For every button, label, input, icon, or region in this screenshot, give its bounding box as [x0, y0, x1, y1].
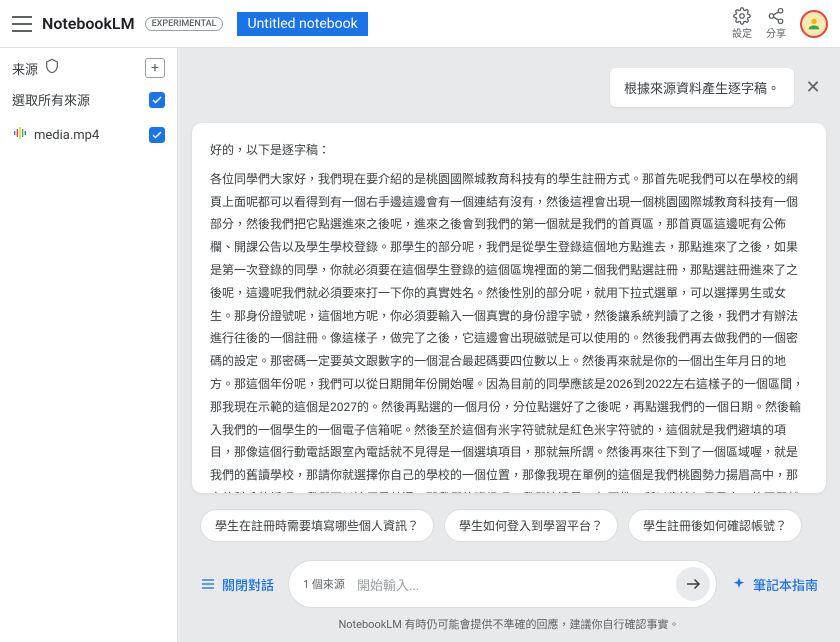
notebook-title[interactable]: Untitled notebook [237, 12, 367, 36]
sparkle-icon [731, 576, 747, 592]
response-card: 好的，以下是逐字稿： 各位同學們大家好，我們現在要介紹的是桃園國際城教育科技有的… [192, 123, 826, 493]
top-actions: 設定 分享 [732, 7, 828, 40]
chat-input-box[interactable]: 1 個來源 開始輸入... [288, 560, 717, 608]
followup-chip[interactable]: 學生註冊後如何確認帳號？ [628, 509, 802, 542]
followup-row: 學生在註冊時需要填寫哪些個人資訊？ 學生如何登入到學習平台？ 學生註冊後如何確認… [178, 501, 840, 550]
response-body: 各位同學們大家好，我們現在要介紹的是桃園國際城教育科技有的學生註冊方式。那首先呢… [210, 168, 808, 493]
source-item[interactable]: media.mp4 [12, 121, 165, 149]
close-icon[interactable]: ✕ [802, 77, 824, 99]
suggestion-bar: 根據來源資料產生逐字稿。 ✕ [178, 48, 840, 115]
share-button[interactable]: 分享 [766, 7, 786, 40]
source-count: 1 個來源 [303, 576, 345, 592]
followup-chip[interactable]: 學生在註冊時需要填寫哪些個人資訊？ [200, 509, 434, 542]
experimental-badge: EXPERIMENTAL [145, 17, 224, 31]
avatar[interactable] [800, 10, 828, 38]
input-row: 關閉對話 1 個來源 開始輸入... 筆記本指南 [178, 550, 840, 612]
toggle-chat-button[interactable]: 關閉對話 [200, 575, 274, 594]
audio-icon [12, 125, 28, 145]
notebook-guide-button[interactable]: 筆記本指南 [731, 575, 818, 594]
followup-chip[interactable]: 學生如何登入到學習平台？ [444, 509, 618, 542]
send-button[interactable] [676, 567, 710, 601]
share-icon [767, 7, 785, 25]
suggestion-chip[interactable]: 根據來源資料產生逐字稿。 [610, 68, 794, 107]
select-all-checkbox[interactable] [149, 92, 165, 108]
collapse-icon [200, 576, 216, 592]
user-icon [806, 16, 822, 32]
main-panel: 根據來源資料產生逐字稿。 ✕ 好的，以下是逐字稿： 各位同學們大家好，我們現在要… [178, 48, 840, 642]
add-source-button[interactable]: + [145, 58, 165, 78]
sources-label: 来源 [12, 59, 38, 78]
sources-header: 来源 + [12, 58, 165, 78]
logo: NotebookLM [42, 14, 135, 33]
arrow-right-icon [684, 575, 702, 593]
source-name: media.mp4 [34, 128, 99, 143]
response-intro: 好的，以下是逐字稿： [210, 139, 808, 162]
disclaimer: NotebookLM 有時仍可能會提供不準確的回應，建議你自行確認事實。 [178, 612, 840, 640]
select-all-sources[interactable]: 選取所有來源 [12, 86, 165, 113]
sidebar: 来源 + 選取所有來源 media.mp4 [0, 48, 178, 642]
menu-icon[interactable] [12, 16, 32, 32]
settings-button[interactable]: 設定 [732, 7, 752, 40]
gear-icon [733, 7, 751, 25]
source-checkbox[interactable] [149, 127, 165, 143]
shield-icon [44, 58, 60, 78]
chat-input[interactable]: 開始輸入... [357, 575, 664, 594]
topbar: NotebookLM EXPERIMENTAL Untitled noteboo… [0, 0, 840, 48]
